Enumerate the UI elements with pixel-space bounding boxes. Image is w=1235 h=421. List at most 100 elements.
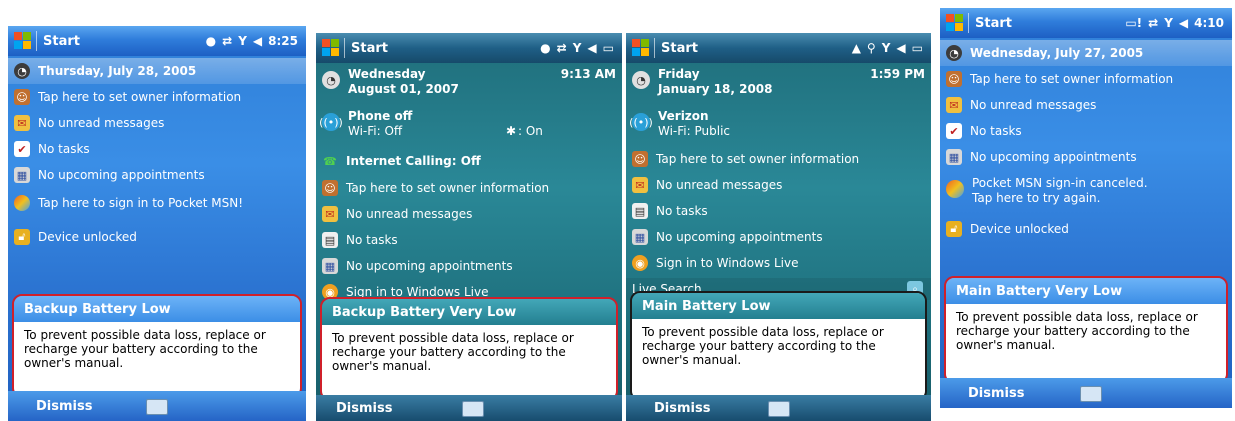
network-icon[interactable]: ⚲ xyxy=(867,41,876,55)
wireless-icon: ((•)) xyxy=(629,113,653,131)
msn-retry: Tap here to try again. xyxy=(972,191,1101,205)
appointments-label: No upcoming appointments xyxy=(970,150,1137,164)
windows-live-icon: ◉ xyxy=(632,255,648,271)
appointments-row[interactable]: ▦ No upcoming appointments xyxy=(316,253,622,279)
tasks-row[interactable]: ✔ No tasks xyxy=(940,118,1232,144)
dismiss-button[interactable]: Dismiss xyxy=(336,401,392,416)
clock[interactable]: 8:25 xyxy=(268,34,298,48)
keyboard-icon[interactable] xyxy=(462,401,484,417)
connectivity-icon[interactable]: ⇄ xyxy=(557,41,567,55)
battery-icon[interactable]: ▭ xyxy=(912,41,923,55)
windows-flag-icon[interactable] xyxy=(632,39,650,57)
volume-icon[interactable]: ◀ xyxy=(587,41,596,55)
keyboard-icon[interactable] xyxy=(146,399,168,415)
bluetooth-status: : On xyxy=(518,124,543,138)
tasks-row[interactable]: ▤ No tasks xyxy=(626,198,931,224)
windows-flag-icon[interactable] xyxy=(14,32,32,50)
dismiss-button[interactable]: Dismiss xyxy=(36,399,92,414)
owner-info-row[interactable]: ☺ Tap here to set owner information xyxy=(626,146,931,172)
owner-info-row[interactable]: ☺ Tap here to set owner information xyxy=(8,84,306,110)
windows-flag-icon[interactable] xyxy=(946,14,964,32)
unlock-icon: 🔓︎ xyxy=(14,229,30,245)
appointments-row[interactable]: ▦ No upcoming appointments xyxy=(8,162,306,188)
owner-icon: ☺ xyxy=(632,151,648,167)
messages-label: No unread messages xyxy=(656,178,783,192)
separator xyxy=(968,13,969,33)
battery-alert-icon[interactable]: ▭! xyxy=(1125,16,1142,30)
device-lock-row[interactable]: 🔓︎ Device unlocked xyxy=(940,216,1232,242)
start-button[interactable]: Start xyxy=(661,41,698,56)
status-tray: ● ⇄ Y ◀ 8:25 xyxy=(206,34,298,48)
appointments-row[interactable]: ▦ No upcoming appointments xyxy=(940,144,1232,170)
start-button[interactable]: Start xyxy=(975,16,1012,31)
alert-icon[interactable]: ▲ xyxy=(852,41,861,55)
clock-time: 1:59 PM xyxy=(870,67,925,81)
msn-row[interactable]: Pocket MSN sign-in canceled. Tap here to… xyxy=(940,174,1232,208)
signal-icon[interactable]: Y xyxy=(238,34,247,48)
msn-label: Tap here to sign in to Pocket MSN! xyxy=(38,196,244,210)
connectivity-icon[interactable]: ⇄ xyxy=(1148,16,1158,30)
start-button[interactable]: Start xyxy=(43,34,80,49)
notification-icon[interactable]: ● xyxy=(206,34,216,48)
messages-row[interactable]: ✉ No unread messages xyxy=(626,172,931,198)
internet-calling-row[interactable]: ☎ Internet Calling: Off xyxy=(316,148,622,174)
today-date-row[interactable]: ◔ Friday January 18, 2008 1:59 PM xyxy=(626,65,931,101)
calendar-icon: ▦ xyxy=(14,167,30,183)
envelope-icon: ✉ xyxy=(946,97,962,113)
status-tray: ▲ ⚲ Y ◀ ▭ xyxy=(852,41,923,55)
device-lock-row[interactable]: 🔓︎ Device unlocked xyxy=(8,224,306,250)
volume-icon[interactable]: ◀ xyxy=(253,34,262,48)
device-lock-label: Device unlocked xyxy=(970,222,1069,236)
owner-icon: ☺ xyxy=(946,71,962,87)
notification-icon[interactable]: ● xyxy=(540,41,550,55)
messages-row[interactable]: ✉ No unread messages xyxy=(8,110,306,136)
date-text: August 01, 2007 xyxy=(348,82,459,96)
today-date-row[interactable]: ◔ Thursday, July 28, 2005 xyxy=(8,58,306,84)
signal-off-icon[interactable]: Y xyxy=(1164,16,1173,30)
messages-label: No unread messages xyxy=(346,207,473,221)
softkey-bar: Dismiss xyxy=(316,395,622,421)
dismiss-button[interactable]: Dismiss xyxy=(654,401,710,416)
owner-info-row[interactable]: ☺ Tap here to set owner information xyxy=(940,66,1232,92)
msn-butterfly-icon xyxy=(946,180,964,198)
windows-flag-icon[interactable] xyxy=(322,39,340,57)
today-date-row[interactable]: ◔ Wednesday, July 27, 2005 xyxy=(940,40,1232,66)
owner-info-row[interactable]: ☺ Tap here to set owner information xyxy=(316,175,622,201)
status-tray: ▭! ⇄ Y ◀ 4:10 xyxy=(1125,16,1224,30)
phone-call-icon: ☎ xyxy=(323,154,337,168)
clock[interactable]: 4:10 xyxy=(1194,16,1224,30)
clock-time: 9:13 AM xyxy=(560,67,616,81)
wireless-icon: ((•)) xyxy=(319,113,343,131)
separator xyxy=(344,38,345,58)
keyboard-icon[interactable] xyxy=(768,401,790,417)
battery-icon[interactable]: ▭ xyxy=(603,41,614,55)
msn-row[interactable]: Tap here to sign in to Pocket MSN! xyxy=(8,190,306,216)
connectivity-icon[interactable]: ⇄ xyxy=(222,34,232,48)
phone-status-row[interactable]: ((•)) Phone off Wi-Fi: Off ✱ : On xyxy=(316,107,622,147)
dismiss-button[interactable]: Dismiss xyxy=(968,386,1024,401)
start-button[interactable]: Start xyxy=(351,41,388,56)
signal-off-icon[interactable]: Y xyxy=(573,41,582,55)
volume-icon[interactable]: ◀ xyxy=(896,41,905,55)
softkey-bar: Dismiss xyxy=(626,395,931,421)
keyboard-icon[interactable] xyxy=(1080,386,1102,402)
tasks-row[interactable]: ▤ No tasks xyxy=(316,227,622,253)
appointments-row[interactable]: ▦ No upcoming appointments xyxy=(626,224,931,250)
signal-icon[interactable]: Y xyxy=(882,41,891,55)
owner-info-label: Tap here to set owner information xyxy=(970,72,1174,86)
windows-live-row[interactable]: ◉ Sign in to Windows Live xyxy=(626,250,931,276)
tasks-row[interactable]: ✔ No tasks xyxy=(8,136,306,162)
phone-screen-2: Start ● ⇄ Y ◀ ▭ ◔ Wednesday August 01, 2… xyxy=(316,33,622,421)
envelope-icon: ✉ xyxy=(632,177,648,193)
carrier-row[interactable]: ((•)) Verizon Wi-Fi: Public xyxy=(626,107,931,147)
volume-icon[interactable]: ◀ xyxy=(1179,16,1188,30)
today-date-row[interactable]: ◔ Wednesday August 01, 2007 9:13 AM xyxy=(316,65,622,101)
messages-row[interactable]: ✉ No unread messages xyxy=(940,92,1232,118)
messages-row[interactable]: ✉ No unread messages xyxy=(316,201,622,227)
clipboard-icon: ▤ xyxy=(322,232,338,248)
tasks-check-icon: ✔ xyxy=(946,123,962,139)
battery-notification: Backup Battery Very Low To prevent possi… xyxy=(320,297,618,401)
separator xyxy=(36,31,37,51)
weekday: Wednesday xyxy=(348,67,426,81)
battery-notification: Main Battery Very Low To prevent possibl… xyxy=(944,276,1228,384)
